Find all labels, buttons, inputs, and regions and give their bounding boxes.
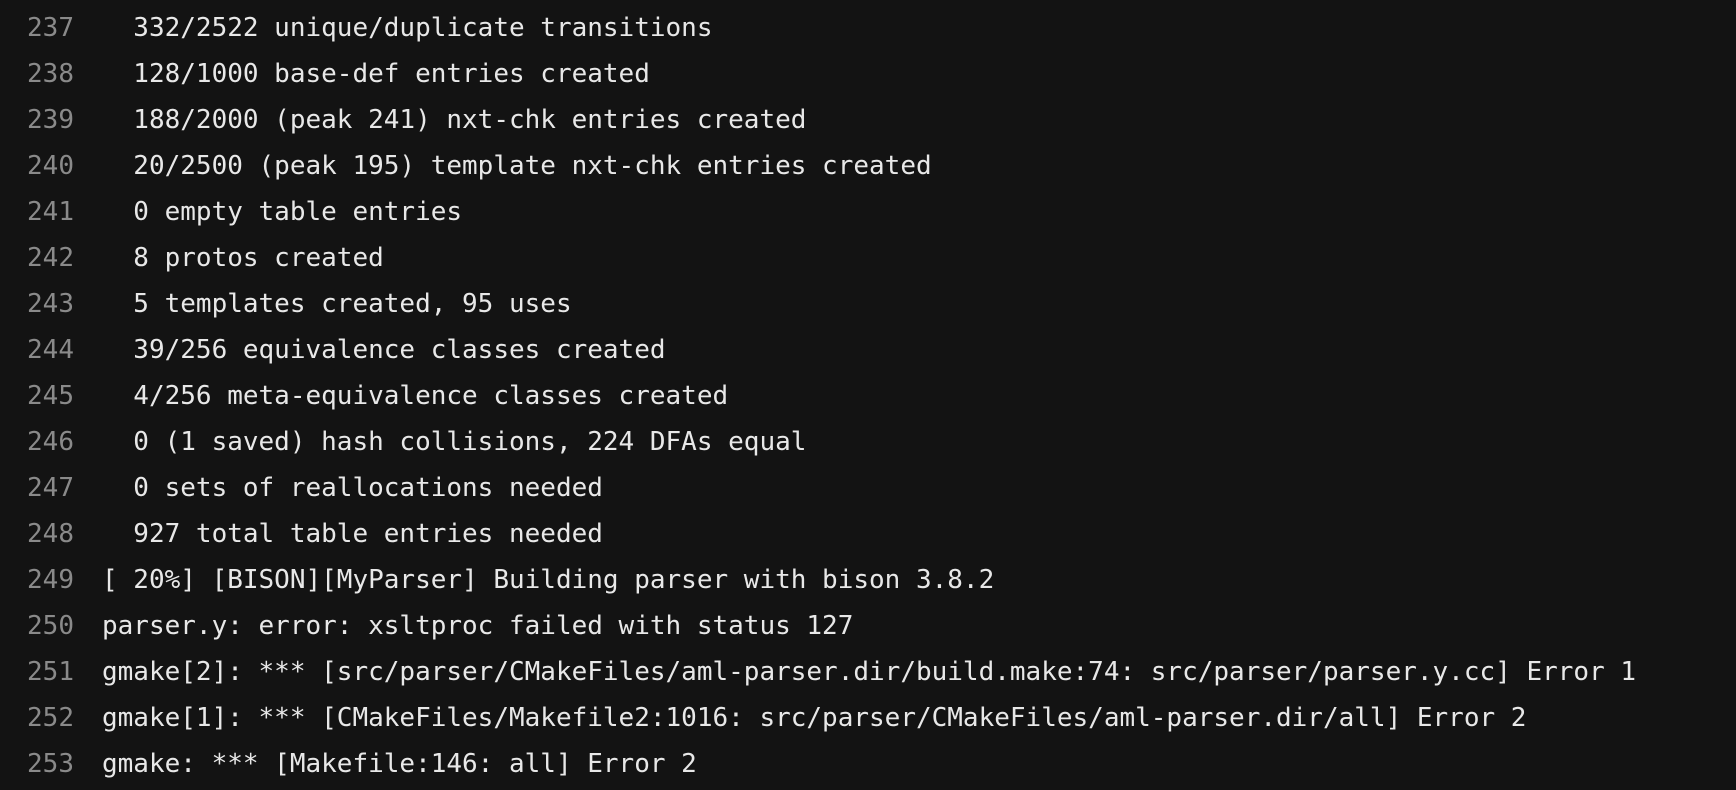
- log-line: 245 4/256 meta-equivalence classes creat…: [0, 373, 1736, 419]
- log-line-text: [ 20%] [BISON][MyParser] Building parser…: [102, 565, 995, 595]
- log-line: 242 8 protos created: [0, 235, 1736, 281]
- log-line: 248 927 total table entries needed: [0, 511, 1736, 557]
- log-line-text: 5 templates created, 95 uses: [102, 289, 572, 319]
- line-number: 239: [27, 105, 74, 135]
- log-line-text: 332/2522 unique/duplicate transitions: [102, 13, 713, 43]
- line-number: 245: [27, 381, 74, 411]
- line-number: 248: [27, 519, 74, 549]
- log-line: 250 parser.y: error: xsltproc failed wit…: [0, 603, 1736, 649]
- log-line: 239 188/2000 (peak 241) nxt-chk entries …: [0, 97, 1736, 143]
- line-number: 241: [27, 197, 74, 227]
- log-line: 237 332/2522 unique/duplicate transition…: [0, 5, 1736, 51]
- log-line-text: parser.y: error: xsltproc failed with st…: [102, 611, 854, 641]
- line-number: 242: [27, 243, 74, 273]
- log-line: 251 gmake[2]: *** [src/parser/CMakeFiles…: [0, 649, 1736, 695]
- log-line: 247 0 sets of reallocations needed: [0, 465, 1736, 511]
- line-number: 243: [27, 289, 74, 319]
- log-line: 240 20/2500 (peak 195) template nxt-chk …: [0, 143, 1736, 189]
- log-line-text: 8 protos created: [102, 243, 384, 273]
- line-number: 238: [27, 59, 74, 89]
- log-line-text: gmake: *** [Makefile:146: all] Error 2: [102, 749, 697, 779]
- log-line: 252 gmake[1]: *** [CMakeFiles/Makefile2:…: [0, 695, 1736, 741]
- log-line-text: 128/1000 base-def entries created: [102, 59, 650, 89]
- build-log-view: 237 332/2522 unique/duplicate transition…: [0, 0, 1736, 790]
- log-line-text: 39/256 equivalence classes created: [102, 335, 666, 365]
- line-number: 253: [27, 749, 74, 779]
- line-number: 244: [27, 335, 74, 365]
- log-line-text: 0 empty table entries: [102, 197, 463, 227]
- log-line: 244 39/256 equivalence classes created: [0, 327, 1736, 373]
- log-line: 238 128/1000 base-def entries created: [0, 51, 1736, 97]
- log-line: 246 0 (1 saved) hash collisions, 224 DFA…: [0, 419, 1736, 465]
- log-line-text: 927 total table entries needed: [102, 519, 603, 549]
- line-number: 252: [27, 703, 74, 733]
- line-number: 247: [27, 473, 74, 503]
- log-line-text: 20/2500 (peak 195) template nxt-chk entr…: [102, 151, 932, 181]
- line-number: 249: [27, 565, 74, 595]
- log-line-text: gmake[1]: *** [CMakeFiles/Makefile2:1016…: [102, 703, 1527, 733]
- log-line-text: 4/256 meta-equivalence classes created: [102, 381, 729, 411]
- log-line: 253 gmake: *** [Makefile:146: all] Error…: [0, 741, 1736, 787]
- log-line: 243 5 templates created, 95 uses: [0, 281, 1736, 327]
- log-line-text: 0 (1 saved) hash collisions, 224 DFAs eq…: [102, 427, 807, 457]
- log-line-text: 188/2000 (peak 241) nxt-chk entries crea…: [102, 105, 807, 135]
- log-line-text: 0 sets of reallocations needed: [102, 473, 603, 503]
- line-number: 237: [27, 13, 74, 43]
- log-line: 249 [ 20%] [BISON][MyParser] Building pa…: [0, 557, 1736, 603]
- log-line-text: gmake[2]: *** [src/parser/CMakeFiles/aml…: [102, 657, 1637, 687]
- line-number: 246: [27, 427, 74, 457]
- log-line: 241 0 empty table entries: [0, 189, 1736, 235]
- log-lines: 237 332/2522 unique/duplicate transition…: [0, 5, 1736, 787]
- line-number: 250: [27, 611, 74, 641]
- line-number: 251: [27, 657, 74, 687]
- line-number: 240: [27, 151, 74, 181]
